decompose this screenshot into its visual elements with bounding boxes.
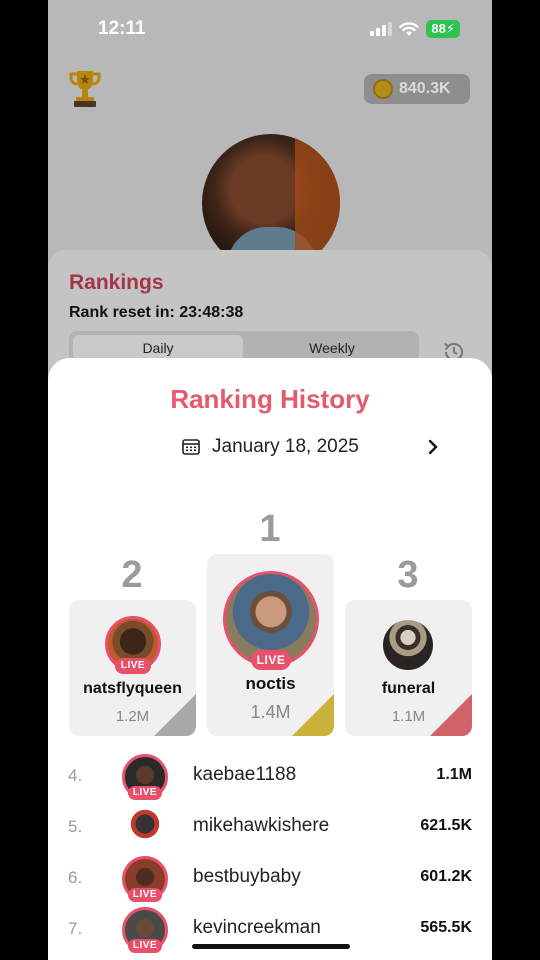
battery-level: 88 — [431, 21, 446, 36]
coin-balance[interactable]: 840.3K — [364, 74, 470, 104]
signal-icon — [370, 22, 393, 36]
status-time: 12:11 — [98, 18, 146, 39]
live-badge: LIVE — [251, 650, 291, 670]
ranking-history-sheet: Ranking History January 18, 2025 1 2 3 L… — [48, 358, 492, 960]
list-username: mikehawkishere — [193, 815, 330, 836]
wifi-icon — [399, 21, 420, 36]
podium-name: noctis — [245, 674, 296, 693]
place-number-3: 3 — [397, 554, 419, 596]
sheet-title: Ranking History — [170, 384, 370, 414]
list-username: kaebae1188 — [193, 764, 297, 785]
podium-name: funeral — [381, 680, 436, 697]
coin-amount: 840.3K — [399, 80, 451, 97]
date-selector[interactable]: January 18, 2025 — [182, 436, 359, 458]
list-rank: 6. — [68, 868, 83, 887]
list-score: 1.1M — [436, 766, 472, 783]
podium-card-1[interactable]: LIVE noctis 1.4M — [207, 554, 334, 736]
live-badge: LIVE — [128, 888, 162, 902]
selected-date: January 18, 2025 — [212, 436, 359, 457]
battery-indicator: 88⚡ — [426, 20, 460, 38]
podium-card-2[interactable]: LIVE natsflyqueen 1.2M — [69, 600, 196, 736]
podium-score: 1.1M — [391, 708, 426, 725]
live-badge: LIVE — [128, 786, 162, 800]
podium-score: 1.2M — [115, 708, 150, 725]
podium-score: 1.4M — [250, 702, 291, 722]
podium-card-3[interactable]: funeral 1.1M — [345, 600, 472, 736]
place-number-1: 1 — [259, 508, 281, 550]
list-item[interactable]: 6. LIVE bestbuybaby 601.2K — [48, 854, 492, 904]
avatar — [125, 808, 165, 848]
list-item[interactable]: 4. LIVE kaebae1188 1.1M — [48, 752, 492, 802]
home-indicator[interactable] — [192, 944, 350, 949]
trophy-icon[interactable] — [68, 68, 102, 108]
podium-name: natsflyqueen — [83, 680, 182, 697]
coin-icon — [373, 79, 393, 99]
list-item[interactable]: 5. mikehawkishere 621.5K — [48, 803, 492, 853]
avatar — [383, 620, 433, 670]
rank-reset-timer: Rank reset in: 23:48:38 — [69, 304, 244, 321]
list-username: bestbuybaby — [193, 866, 301, 887]
list-score: 565.5K — [420, 919, 472, 936]
live-badge: LIVE — [115, 658, 151, 674]
list-score: 601.2K — [420, 868, 472, 885]
list-rank: 7. — [68, 919, 83, 938]
chevron-right-icon — [428, 439, 438, 455]
rankings-title: Rankings — [69, 271, 164, 294]
calendar-icon — [182, 439, 200, 455]
phone-screen: 12:11 88⚡ 840.3K Rankings Rank reset in:… — [48, 0, 492, 960]
status-icons: 88⚡ — [370, 20, 460, 38]
list-username: kevincreekman — [193, 917, 321, 938]
place-number-2: 2 — [121, 554, 143, 596]
live-badge: LIVE — [128, 939, 162, 953]
list-rank: 4. — [68, 766, 83, 785]
next-date-button[interactable] — [422, 436, 444, 458]
list-rank: 5. — [68, 817, 83, 836]
list-score: 621.5K — [420, 817, 472, 834]
